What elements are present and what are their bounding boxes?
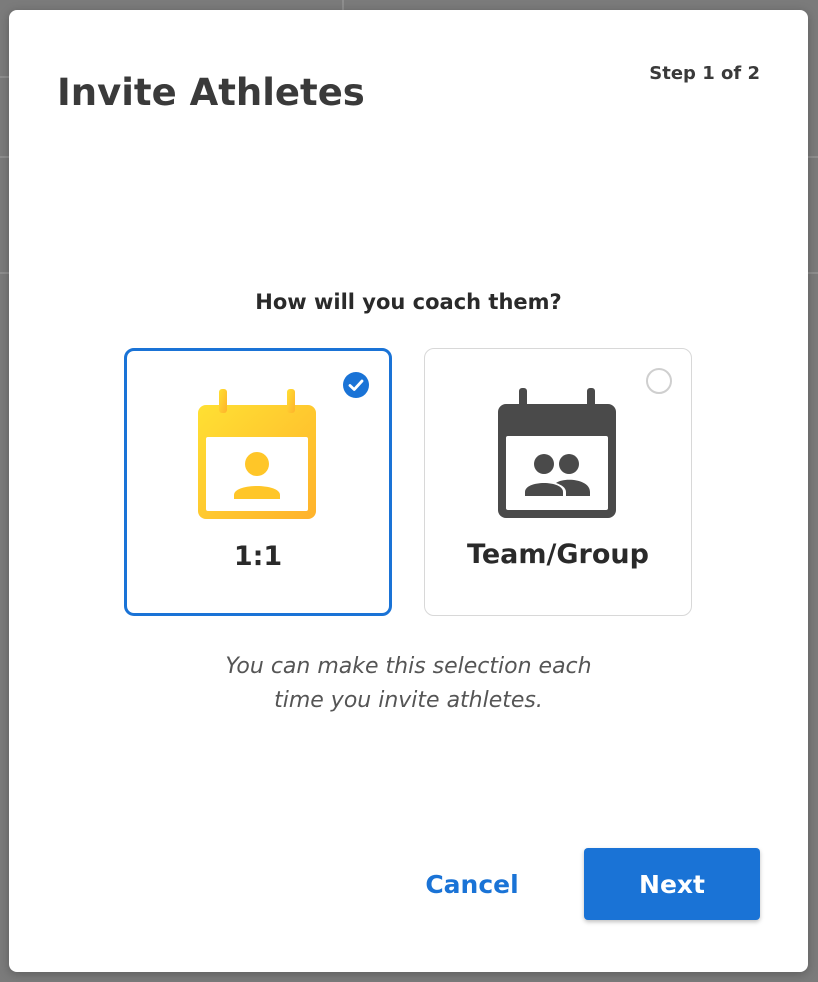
background-divider: [808, 272, 818, 274]
coaching-question: How will you coach them?: [255, 290, 562, 314]
checked-radio-icon[interactable]: [343, 372, 369, 398]
background-divider: [808, 156, 818, 158]
option-card-1on1[interactable]: 1:1: [124, 348, 392, 616]
hint-line: You can make this selection each: [225, 654, 592, 679]
option-label-team-group: Team/Group: [467, 539, 649, 570]
background-divider: [342, 0, 344, 10]
step-indicator: Step 1 of 2: [649, 63, 760, 84]
option-card-team-group[interactable]: Team/Group: [424, 348, 692, 616]
next-button[interactable]: Next: [584, 848, 760, 920]
calendar-person-icon: [198, 389, 316, 519]
background-divider: [0, 76, 9, 78]
option-label-1on1: 1:1: [233, 541, 283, 572]
cancel-button[interactable]: Cancel: [404, 848, 540, 920]
hint-line: time you invite athletes.: [274, 688, 543, 713]
selection-hint: You can make this selection each time yo…: [9, 650, 808, 718]
background-divider: [0, 272, 9, 274]
dialog-title: Invite Athletes: [57, 71, 365, 114]
invite-athletes-dialog: Invite Athletes Step 1 of 2 How will you…: [9, 10, 808, 972]
background-divider: [0, 156, 9, 158]
calendar-group-icon: [498, 388, 616, 518]
unchecked-radio-icon[interactable]: [646, 368, 672, 394]
